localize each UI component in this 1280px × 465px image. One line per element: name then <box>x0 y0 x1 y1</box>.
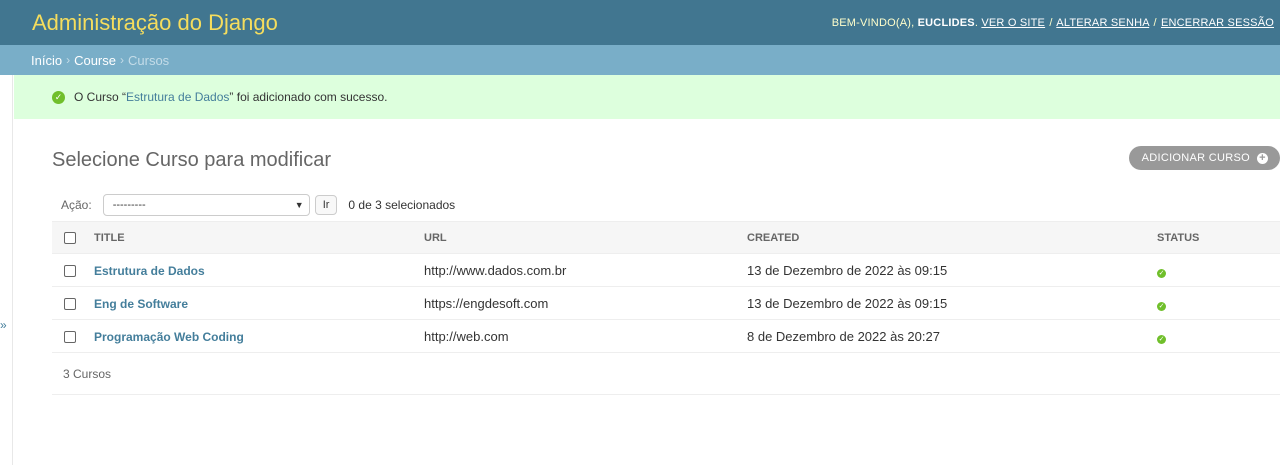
separator: / <box>1153 16 1157 29</box>
status-cell: ✓ <box>1157 253 1280 287</box>
table-header-row: Title URL Created Status <box>52 221 1280 254</box>
title-cell: Estrutura de Dados <box>94 253 424 287</box>
success-check-icon: ✓ <box>52 90 65 104</box>
actions-bar: Ação: --------- ▼ Ir 0 de 3 selecionados <box>52 189 1280 221</box>
status-check-icon: ✓ <box>1157 301 1166 311</box>
success-message: ✓ O Curso “Estrutura de Dados” foi adici… <box>14 75 1280 119</box>
plus-icon: + <box>1257 152 1268 164</box>
separator: / <box>1049 16 1053 29</box>
add-course-button[interactable]: Adicionar Curso + <box>1128 146 1280 170</box>
chevron-down-icon: ▼ <box>294 200 304 210</box>
title-cell: Programação Web Coding <box>94 319 424 353</box>
action-select[interactable]: --------- ▼ <box>102 194 310 216</box>
course-title-link[interactable]: Eng de Software <box>94 297 188 311</box>
course-title-link[interactable]: Programação Web Coding <box>94 330 244 344</box>
row-checkbox-cell <box>52 253 94 287</box>
created-cell: 13 de Dezembro de 2022 às 09:15 <box>747 253 1157 287</box>
nav-sidebar-strip <box>0 75 13 465</box>
go-button[interactable]: Ir <box>314 195 338 215</box>
title-cell: Eng de Software <box>94 286 424 320</box>
status-cell: ✓ <box>1157 319 1280 353</box>
breadcrumb-current: Cursos <box>128 52 170 68</box>
table-row: Programação Web Coding http://web.com 8 … <box>52 319 1280 353</box>
toggle-nav-sidebar-button[interactable]: » <box>0 318 7 332</box>
row-checkbox-cell <box>52 286 94 320</box>
column-header-status[interactable]: Status <box>1157 221 1280 254</box>
row-checkbox[interactable] <box>64 265 76 278</box>
username: Euclides <box>917 16 975 29</box>
row-checkbox[interactable] <box>64 331 76 344</box>
course-title-link[interactable]: Estrutura de Dados <box>94 264 205 278</box>
page-title: Selecione Curso para modificar <box>52 149 332 171</box>
breadcrumb-home[interactable]: Início <box>31 53 62 68</box>
result-list-table: Title URL Created Status Estrutura de Da… <box>52 221 1280 353</box>
view-site-link[interactable]: Ver o site <box>981 17 1045 29</box>
created-cell: 8 de Dezembro de 2022 às 20:27 <box>747 319 1157 353</box>
action-select-value: --------- <box>112 199 146 211</box>
success-message-object-link[interactable]: Estrutura de Dados <box>126 90 229 104</box>
created-cell: 13 de Dezembro de 2022 às 09:15 <box>747 286 1157 320</box>
breadcrumb-separator: › <box>120 53 124 67</box>
content: Selecione Curso para modificar Adicionar… <box>14 119 1280 395</box>
column-header-created[interactable]: Created <box>747 221 1157 254</box>
paginator: 3 Cursos <box>52 353 1280 395</box>
url-cell: http://web.com <box>424 319 747 353</box>
column-header-url[interactable]: URL <box>424 221 747 254</box>
table-row: Estrutura de Dados http://www.dados.com.… <box>52 253 1280 287</box>
selection-counter: 0 de 3 selecionados <box>348 198 456 212</box>
breadcrumb-app[interactable]: Course <box>74 53 116 68</box>
status-check-icon: ✓ <box>1157 268 1166 278</box>
success-message-suffix: ” foi adicionado com sucesso. <box>229 90 388 104</box>
site-name[interactable]: Administração do Django <box>32 10 278 36</box>
main: ✓ O Curso “Estrutura de Dados” foi adici… <box>14 75 1280 395</box>
select-all-checkbox[interactable] <box>64 231 76 244</box>
status-check-icon: ✓ <box>1157 334 1166 344</box>
select-all-cell <box>52 221 94 254</box>
action-label: Ação: <box>61 198 92 212</box>
breadcrumb: Início › Course › Cursos <box>0 45 1280 75</box>
row-checkbox-cell <box>52 319 94 353</box>
user-tools: Bem-vindo(a), Euclides. Ver o site / Alt… <box>831 16 1274 29</box>
row-checkbox[interactable] <box>64 298 76 311</box>
table-row: Eng de Software https://engdesoft.com 13… <box>52 286 1280 320</box>
success-message-prefix: O Curso “ <box>74 90 127 104</box>
url-cell: https://engdesoft.com <box>424 286 747 320</box>
add-course-label: Adicionar Curso <box>1141 152 1250 164</box>
url-cell: http://www.dados.com.br <box>424 253 747 287</box>
change-password-link[interactable]: Alterar senha <box>1056 17 1149 29</box>
header: Administração do Django Bem-vindo(a), Eu… <box>0 0 1280 45</box>
status-cell: ✓ <box>1157 286 1280 320</box>
welcome-text: Bem-vindo(a), <box>831 16 915 29</box>
logout-link[interactable]: Encerrar sessão <box>1161 17 1274 29</box>
column-header-title[interactable]: Title <box>94 221 424 254</box>
breadcrumb-separator: › <box>66 53 71 67</box>
